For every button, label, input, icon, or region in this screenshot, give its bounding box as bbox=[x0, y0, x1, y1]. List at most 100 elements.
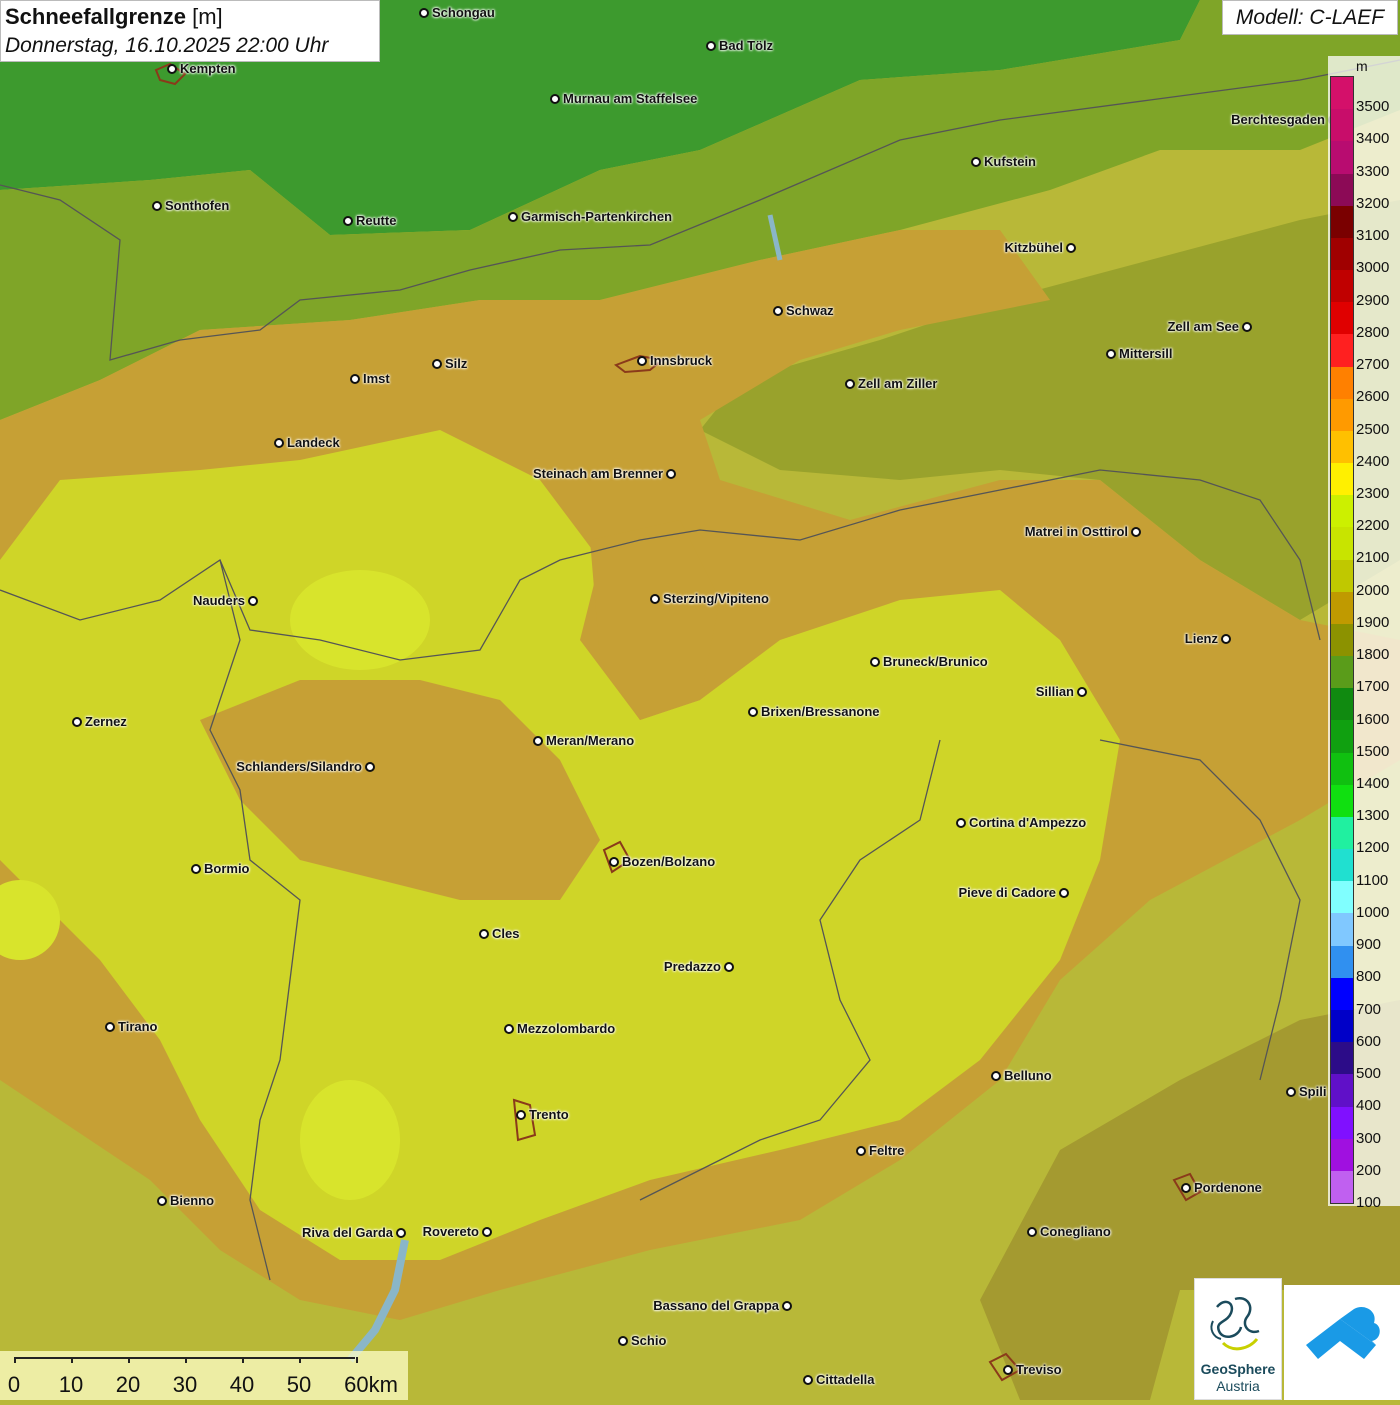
legend-label: 3100 bbox=[1356, 227, 1390, 245]
city-dot bbox=[724, 962, 734, 972]
legend-label: 2200 bbox=[1356, 517, 1390, 535]
legend-unit: m bbox=[1356, 58, 1368, 74]
legend-swatch bbox=[1331, 270, 1353, 303]
legend-label: 700 bbox=[1356, 1000, 1382, 1018]
legend-swatch bbox=[1331, 688, 1353, 721]
city-label: Kempten bbox=[180, 61, 236, 76]
city-dot bbox=[533, 736, 543, 746]
legend-label: 600 bbox=[1356, 1032, 1382, 1050]
city-dot bbox=[482, 1227, 492, 1237]
weather-app-logo[interactable] bbox=[1284, 1285, 1400, 1400]
scale-bar-label: 0 bbox=[7, 1372, 21, 1397]
city-label: Rovereto bbox=[422, 1224, 479, 1239]
city-label: Bad Tölz bbox=[719, 38, 774, 53]
city-dot bbox=[618, 1336, 628, 1346]
legend-swatch bbox=[1331, 913, 1353, 946]
city-label: Belluno bbox=[1004, 1068, 1052, 1083]
map-datetime: Donnerstag, 16.10.2025 22:00 Uhr bbox=[5, 34, 329, 57]
geosphere-emblem-icon bbox=[1210, 1296, 1260, 1351]
scale-bar-label: 50 bbox=[286, 1372, 312, 1397]
city-dot bbox=[748, 707, 758, 717]
city-label: Cittadella bbox=[816, 1372, 875, 1387]
geosphere-logo-sub: Austria bbox=[1216, 1378, 1260, 1394]
city-dot bbox=[72, 717, 82, 727]
city-label: Bassano del Grappa bbox=[653, 1298, 779, 1313]
city-dot bbox=[479, 929, 489, 939]
map-title: Schneefallgrenze bbox=[5, 4, 186, 29]
city-label: Imst bbox=[363, 371, 390, 386]
legend-label: 3000 bbox=[1356, 259, 1390, 277]
legend-label: 2600 bbox=[1356, 388, 1390, 406]
city-label: Bienno bbox=[170, 1193, 215, 1208]
legend-label: 1800 bbox=[1356, 646, 1390, 664]
city-dot bbox=[1066, 243, 1076, 253]
legend-swatch bbox=[1331, 334, 1353, 367]
legend-swatch bbox=[1331, 752, 1353, 785]
legend-label: 2700 bbox=[1356, 356, 1390, 374]
scale-bar-label: 20 bbox=[115, 1372, 141, 1397]
city-label: Pordenone bbox=[1194, 1180, 1262, 1195]
city-label: Bozen/Bolzano bbox=[622, 854, 716, 869]
legend-label: 1700 bbox=[1356, 678, 1390, 696]
legend-swatch bbox=[1331, 1106, 1353, 1139]
city-dot bbox=[504, 1024, 514, 1034]
city-dot bbox=[1106, 349, 1116, 359]
scale-bar-label: 40 bbox=[229, 1372, 255, 1397]
city-dot bbox=[956, 818, 966, 828]
city-label: Kitzbühel bbox=[1004, 240, 1064, 255]
city-dot bbox=[343, 216, 353, 226]
city-label: Conegliano bbox=[1040, 1224, 1111, 1239]
legend-label: 1900 bbox=[1356, 613, 1390, 631]
legend-label: 2400 bbox=[1356, 452, 1390, 470]
city-dot bbox=[1131, 527, 1141, 537]
city-label: Landeck bbox=[287, 435, 340, 450]
legend-swatch bbox=[1331, 1042, 1353, 1075]
scale-bar-tick bbox=[128, 1357, 130, 1363]
legend-label: 2500 bbox=[1356, 420, 1390, 438]
city-dot bbox=[508, 212, 518, 222]
city-label: Sonthofen bbox=[165, 198, 230, 213]
city-label: Matrei in Osttirol bbox=[1024, 524, 1128, 539]
zone-2200-b bbox=[300, 1080, 400, 1200]
city-dot bbox=[609, 857, 619, 867]
legend-swatch bbox=[1331, 559, 1353, 592]
city-label: Sillian bbox=[1035, 684, 1074, 699]
legend-label: 800 bbox=[1356, 968, 1382, 986]
legend-swatch bbox=[1331, 527, 1353, 560]
city-dot bbox=[191, 864, 201, 874]
geosphere-logo-name: GeoSphere bbox=[1200, 1361, 1276, 1377]
city-dot bbox=[1027, 1227, 1037, 1237]
city-dot bbox=[706, 41, 716, 51]
city-dot bbox=[396, 1228, 406, 1238]
scale-bar-label: 60km bbox=[344, 1372, 398, 1397]
legend-swatch bbox=[1331, 720, 1353, 753]
city-dot bbox=[650, 594, 660, 604]
city-dot bbox=[773, 306, 783, 316]
city-label: Innsbruck bbox=[650, 353, 713, 368]
city-label: Cortina d'Ampezzo bbox=[969, 815, 1087, 830]
legend-swatch bbox=[1331, 173, 1353, 206]
city-dot bbox=[991, 1071, 1001, 1081]
legend-label: 1300 bbox=[1356, 807, 1390, 825]
city-label: Mittersill bbox=[1119, 346, 1173, 361]
city-label: Riva del Garda bbox=[301, 1225, 393, 1240]
city-label: Cles bbox=[492, 926, 520, 941]
city-label: Schio bbox=[631, 1333, 667, 1348]
city-label: Reutte bbox=[356, 213, 397, 228]
legend-color-bar bbox=[1330, 76, 1354, 1204]
zone-2200-a bbox=[290, 570, 430, 670]
city-dot bbox=[419, 8, 429, 18]
city-label: Treviso bbox=[1016, 1362, 1062, 1377]
city-label: Mezzolombardo bbox=[517, 1021, 616, 1036]
city-dot bbox=[1221, 634, 1231, 644]
city-label: Trento bbox=[529, 1107, 569, 1122]
city-label: Murnau am Staffelsee bbox=[563, 91, 698, 106]
city-label: Feltre bbox=[869, 1143, 905, 1158]
city-label: Tirano bbox=[118, 1019, 158, 1034]
city-dot bbox=[1003, 1365, 1013, 1375]
legend-swatch bbox=[1331, 1074, 1353, 1107]
legend-swatch bbox=[1331, 945, 1353, 978]
legend-label: 3200 bbox=[1356, 194, 1390, 212]
legend-label: 1000 bbox=[1356, 903, 1390, 921]
geosphere-logo[interactable]: GeoSphere Austria bbox=[1194, 1278, 1282, 1400]
